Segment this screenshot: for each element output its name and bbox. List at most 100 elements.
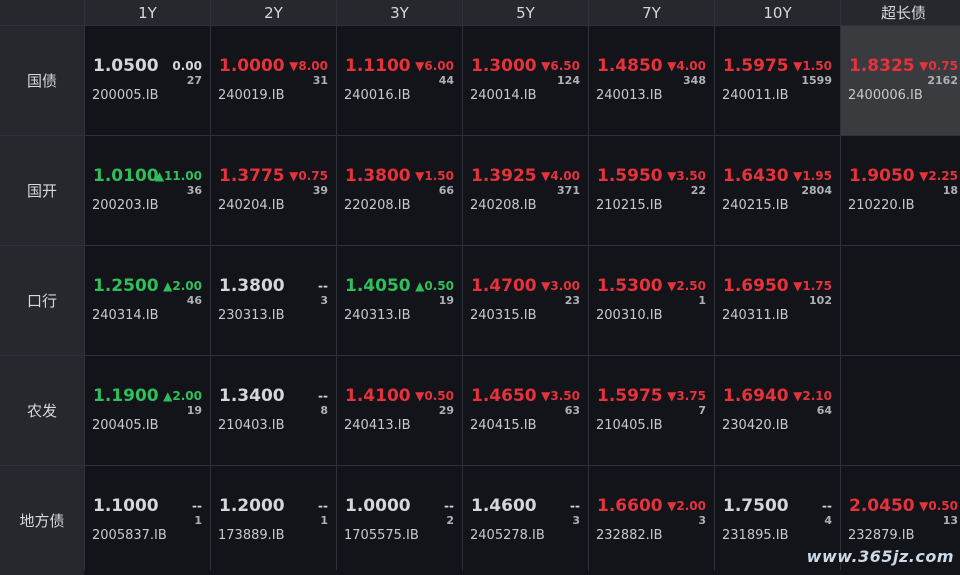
quote-cell[interactable]: 1.6430 ▼1.95 2804 240215.IB: [715, 136, 840, 245]
quote-change: ▼1.50: [415, 169, 454, 183]
row-header[interactable]: 地方债: [0, 466, 84, 575]
quote-cell[interactable]: 1.5975 ▼3.75 7 210405.IB: [589, 356, 714, 465]
quote-price: 1.0500: [93, 56, 159, 76]
quote-price: 1.3400: [219, 386, 285, 406]
bond-code: 240311.IB: [722, 308, 789, 323]
quote-price: 1.4600: [471, 496, 537, 516]
quote-cell[interactable]: 1.6950 ▼1.75 102 240311.IB: [715, 246, 840, 355]
quote-cell[interactable]: 1.3800 ▼1.50 66 220208.IB: [337, 136, 462, 245]
header-corner: [0, 0, 84, 25]
quote-cell[interactable]: 1.1900 ▲2.00 19 200405.IB: [85, 356, 210, 465]
empty-cell: [841, 356, 960, 465]
quote-cell[interactable]: 1.1000 -- 1 2005837.IB: [85, 466, 210, 575]
quote-change: ▼4.00: [541, 169, 580, 183]
quote-cell[interactable]: 1.6940 ▼2.10 64 230420.IB: [715, 356, 840, 465]
quote-cell[interactable]: 1.0500 0.00 27 200005.IB: [85, 26, 210, 135]
trade-count: 1: [320, 514, 328, 527]
quote-cell[interactable]: 1.4600 -- 3 2405278.IB: [463, 466, 588, 575]
quote-price: 1.9050: [849, 166, 915, 186]
quote-change: --: [318, 279, 328, 293]
quote-cell[interactable]: 1.4650 ▼3.50 63 240415.IB: [463, 356, 588, 465]
trade-count: 27: [186, 74, 202, 87]
quote-change: ▼6.00: [415, 59, 454, 73]
quote-cell[interactable]: 1.2000 -- 1 173889.IB: [211, 466, 336, 575]
quote-price: 1.3775: [219, 166, 285, 186]
quote-cell[interactable]: 1.0000 -- 2 1705575.IB: [337, 466, 462, 575]
bond-code: 210405.IB: [596, 418, 663, 433]
quote-cell[interactable]: 1.3000 ▼6.50 124 240014.IB: [463, 26, 588, 135]
quote-cell[interactable]: 1.4100 ▼0.50 29 240413.IB: [337, 356, 462, 465]
column-header-1[interactable]: 2Y: [211, 0, 336, 25]
bond-code: 210215.IB: [596, 198, 663, 213]
quote-price: 1.6950: [723, 276, 789, 296]
quote-price: 1.7500: [723, 496, 789, 516]
bond-code: 200203.IB: [92, 198, 159, 213]
column-header-3[interactable]: 5Y: [463, 0, 588, 25]
quote-cell[interactable]: 1.3775 ▼0.75 39 240204.IB: [211, 136, 336, 245]
quote-price: 1.3000: [471, 56, 537, 76]
bond-code: 240208.IB: [470, 198, 537, 213]
quote-price: 1.5975: [597, 386, 663, 406]
quote-cell[interactable]: 1.2500 ▲2.00 46 240314.IB: [85, 246, 210, 355]
quote-change: ▼1.50: [793, 59, 832, 73]
row-header[interactable]: 国债: [0, 26, 84, 135]
quote-change: 0.00: [172, 59, 202, 73]
quote-change: ▲0.50: [415, 279, 454, 293]
bond-code: 230420.IB: [722, 418, 789, 433]
quote-cell[interactable]: 1.4850 ▼4.00 348 240013.IB: [589, 26, 714, 135]
trade-count: 18: [942, 184, 958, 197]
quote-change: ▼2.10: [793, 389, 832, 403]
trade-count: 124: [557, 74, 580, 87]
quote-cell[interactable]: 1.6600 ▼2.00 3 232882.IB: [589, 466, 714, 575]
quote-cell[interactable]: 1.1100 ▼6.00 44 240016.IB: [337, 26, 462, 135]
quote-cell[interactable]: 1.3925 ▼4.00 371 240208.IB: [463, 136, 588, 245]
quote-change: ▼1.95: [793, 169, 832, 183]
quote-cell[interactable]: 1.5950 ▼3.50 22 210215.IB: [589, 136, 714, 245]
quote-change: --: [318, 389, 328, 403]
column-header-0[interactable]: 1Y: [85, 0, 210, 25]
trade-count: 8: [320, 404, 328, 417]
quote-cell[interactable]: 1.4050 ▲0.50 19 240313.IB: [337, 246, 462, 355]
trade-count: 3: [698, 514, 706, 527]
trade-count: 19: [186, 404, 202, 417]
bond-code: 232882.IB: [596, 528, 663, 543]
quote-cell[interactable]: 1.3800 -- 3 230313.IB: [211, 246, 336, 355]
trade-count: 2162: [927, 74, 958, 87]
quote-cell[interactable]: 1.5975 ▼1.50 1599 240011.IB: [715, 26, 840, 135]
row-header[interactable]: 国开: [0, 136, 84, 245]
trade-count: 3: [320, 294, 328, 307]
trade-count: 36: [186, 184, 202, 197]
quote-cell[interactable]: 1.8325 ▼0.75 2162 2400006.IB: [841, 26, 960, 135]
bond-code: 240204.IB: [218, 198, 285, 213]
quote-cell[interactable]: 1.4700 ▼3.00 23 240315.IB: [463, 246, 588, 355]
row-header[interactable]: 农发: [0, 356, 84, 465]
trade-count: 348: [683, 74, 706, 87]
quote-price: 1.5975: [723, 56, 789, 76]
quote-change: ▼6.50: [541, 59, 580, 73]
bond-code: 240315.IB: [470, 308, 537, 323]
bond-code: 2405278.IB: [470, 528, 545, 543]
column-header-4[interactable]: 7Y: [589, 0, 714, 25]
quote-change: ▼1.75: [793, 279, 832, 293]
quote-cell[interactable]: 1.9050 ▼2.25 18 210220.IB: [841, 136, 960, 245]
quote-change: ▼2.50: [667, 279, 706, 293]
quote-cell[interactable]: 1.3400 -- 8 210403.IB: [211, 356, 336, 465]
row-header[interactable]: 口行: [0, 246, 84, 355]
quote-change: ▼0.50: [919, 499, 958, 513]
quote-cell[interactable]: 1.5300 ▼2.50 1 200310.IB: [589, 246, 714, 355]
trade-count: 4: [824, 514, 832, 527]
quote-price: 1.4850: [597, 56, 663, 76]
bond-code: 2005837.IB: [92, 528, 167, 543]
bond-code: 200005.IB: [92, 88, 159, 103]
column-header-2[interactable]: 3Y: [337, 0, 462, 25]
trade-count: 66: [438, 184, 454, 197]
column-header-5[interactable]: 10Y: [715, 0, 840, 25]
column-header-6[interactable]: 超长债: [841, 0, 960, 25]
quote-price: 1.5950: [597, 166, 663, 186]
quote-cell[interactable]: 1.0100 ▲11.00 36 200203.IB: [85, 136, 210, 245]
quote-cell[interactable]: 1.0000 ▼8.00 31 240019.IB: [211, 26, 336, 135]
trade-count: 13: [942, 514, 958, 527]
bond-code: 240415.IB: [470, 418, 537, 433]
quote-price: 1.5300: [597, 276, 663, 296]
quote-price: 1.4050: [345, 276, 411, 296]
